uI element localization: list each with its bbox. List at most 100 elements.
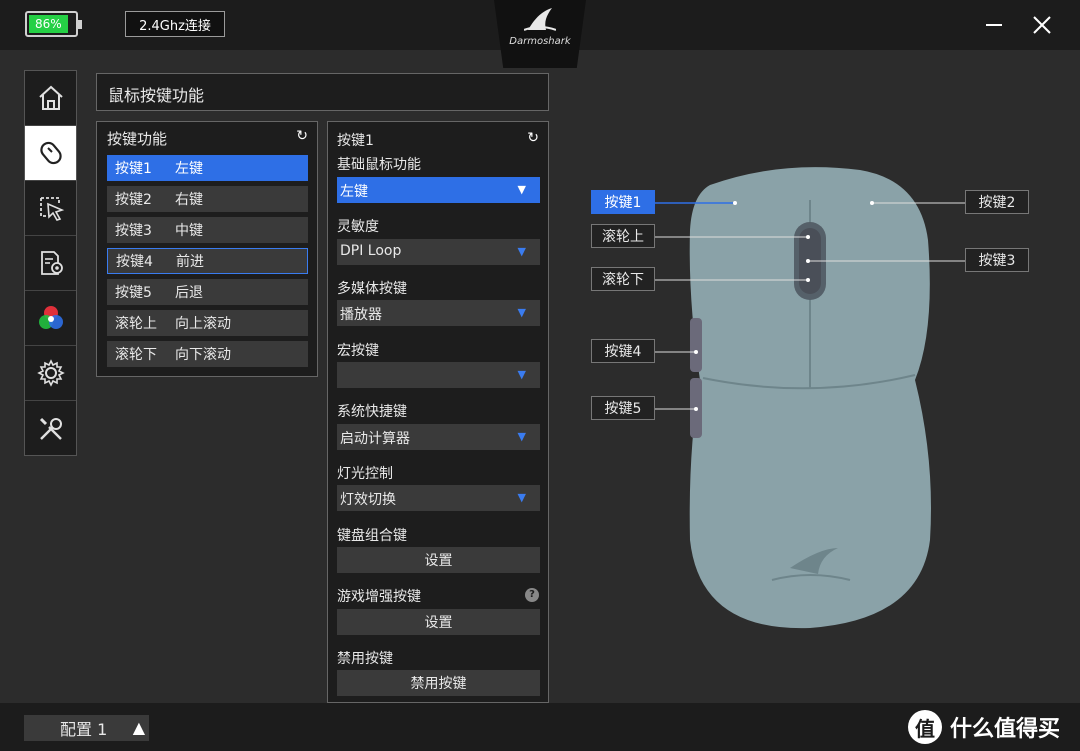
dropdown-arrow-icon: ▼	[517, 245, 526, 258]
nav-macro[interactable]	[25, 236, 76, 291]
tools-icon	[39, 417, 62, 440]
key-function: 前进	[176, 254, 204, 270]
disable-key-button[interactable]: 禁用按键	[337, 670, 540, 696]
key-list-title: 按键功能	[107, 130, 168, 148]
key-row-scroll-up[interactable]: 滚轮上 向上滚动	[107, 310, 308, 336]
brand-logo: Darmoshark	[494, 0, 586, 68]
select-value: 灯效切换	[340, 492, 396, 508]
dropdown-arrow-icon: ▼	[517, 183, 526, 196]
dropdown-arrow-icon: ▼	[517, 491, 526, 504]
basic-function-label: 基础鼠标功能	[337, 157, 421, 173]
key-name: 按键4	[116, 254, 153, 270]
dropdown-arrow-icon: ▼	[517, 306, 526, 319]
settings-header: 按键1	[337, 133, 374, 149]
sensitivity-label: 灵敏度	[337, 219, 379, 235]
nav-tools[interactable]	[25, 401, 76, 456]
battery-tip	[78, 20, 82, 29]
key-function: 后退	[175, 285, 203, 301]
game-enhance-label: 游戏增强按键	[337, 589, 421, 605]
key-function: 右键	[175, 192, 203, 208]
color-icon	[38, 306, 63, 329]
select-value: 左键	[340, 184, 368, 200]
key-row-2[interactable]: 按键2 右键	[107, 186, 308, 212]
key-row-5[interactable]: 按键5 后退	[107, 279, 308, 305]
battery-text: 86%	[35, 17, 62, 31]
callout-button-2[interactable]: 按键2	[965, 190, 1029, 214]
key-name: 按键5	[115, 285, 152, 301]
key-row-4[interactable]: 按键4 前进	[107, 248, 308, 274]
key-name: 按键1	[115, 161, 152, 177]
battery-fill: 86%	[29, 15, 68, 33]
shortcut-select[interactable]: 启动计算器 ▼	[337, 424, 540, 450]
key-row-3[interactable]: 按键3 中键	[107, 217, 308, 243]
nav-lighting[interactable]	[25, 291, 76, 346]
sensitivity-select[interactable]: DPI Loop ▼	[337, 239, 540, 265]
keyboard-combo-label: 键盘组合键	[337, 528, 407, 544]
dropdown-arrow-icon: ▼	[517, 368, 526, 381]
basic-function-select[interactable]: 左键 ▼	[337, 177, 540, 203]
callout-button-3[interactable]: 按键3	[965, 248, 1029, 272]
nav-mouse-buttons[interactable]	[25, 126, 76, 181]
close-button[interactable]	[1027, 10, 1057, 40]
key-name: 滚轮下	[115, 347, 157, 363]
callout-button-4[interactable]: 按键4	[591, 339, 655, 363]
select-value: 播放器	[340, 307, 382, 323]
nav-pointer[interactable]	[25, 181, 76, 236]
key-row-1[interactable]: 按键1 左键	[107, 155, 308, 181]
key-list-header: 按键功能 ↻	[97, 122, 317, 152]
bottom-bar: 配置 1 ▲ 值 什么值得买	[0, 703, 1080, 751]
key-name: 按键2	[115, 192, 152, 208]
key-name: 滚轮上	[115, 316, 157, 332]
media-key-label: 多媒体按键	[337, 281, 407, 297]
pointer-icon	[39, 197, 64, 221]
dropdown-arrow-icon: ▼	[517, 430, 526, 443]
shark-fin-icon	[524, 8, 556, 31]
profile-selector[interactable]: 配置 1 ▲	[24, 715, 149, 741]
key-function: 向上滚动	[175, 316, 231, 332]
help-icon[interactable]: ?	[525, 588, 539, 602]
reset-icon[interactable]: ↻	[296, 128, 308, 144]
key-name: 按键3	[115, 223, 152, 239]
gear-icon	[36, 359, 65, 387]
key-list-panel: 按键功能 ↻ 按键1 左键 按键2 右键 按键3 中键 按键4 前进 按键5 后退 滚轮上…	[96, 121, 318, 377]
game-enhance-button[interactable]: 设置	[337, 609, 540, 635]
callout-scroll-down[interactable]: 滚轮下	[591, 267, 655, 291]
watermark-logo: 值	[908, 710, 942, 744]
key-function: 中键	[175, 223, 203, 239]
select-value: DPI Loop	[340, 243, 402, 259]
close-icon	[1033, 16, 1051, 34]
key-function: 向下滚动	[175, 347, 231, 363]
mouse-icon	[39, 141, 62, 165]
callout-button-1[interactable]: 按键1	[591, 190, 655, 214]
callout-button-5[interactable]: 按键5	[591, 396, 655, 420]
battery-indicator: 86%	[25, 11, 82, 37]
macro-key-select[interactable]: ▼	[337, 362, 540, 388]
reset-icon[interactable]: ↻	[527, 130, 539, 146]
media-key-select[interactable]: 播放器 ▼	[337, 300, 540, 326]
nav-settings[interactable]	[25, 346, 76, 401]
callout-scroll-up[interactable]: 滚轮上	[591, 224, 655, 248]
minimize-button[interactable]	[979, 10, 1009, 40]
watermark-text: 什么值得买	[950, 717, 1061, 742]
logo-text: Darmoshark	[509, 36, 571, 47]
nav-home[interactable]	[25, 71, 76, 126]
key-row-scroll-down[interactable]: 滚轮下 向下滚动	[107, 341, 308, 367]
key-settings-panel: 按键1 ↻ 基础鼠标功能 左键 ▼ 灵敏度 DPI Loop ▼ 多媒体按键 播放器…	[327, 121, 549, 703]
light-control-label: 灯光控制	[337, 466, 393, 482]
select-value: 启动计算器	[340, 431, 410, 447]
connection-status: 2.4Ghz连接	[125, 11, 225, 37]
sidebar-nav	[24, 70, 77, 456]
profile-label: 配置 1	[60, 720, 108, 739]
watermark: 值 什么值得买	[908, 708, 1060, 746]
light-control-select[interactable]: 灯效切换 ▼	[337, 485, 540, 511]
top-bar: 86% 2.4Ghz连接 Darmoshark	[0, 0, 1080, 68]
shortcut-label: 系统快捷键	[337, 404, 407, 420]
macro-key-label: 宏按键	[337, 343, 379, 359]
minimize-icon	[986, 24, 1002, 26]
key-function: 左键	[175, 161, 203, 177]
macro-settings-icon	[40, 251, 63, 275]
triangle-up-icon: ▲	[132, 718, 145, 737]
disable-key-label: 禁用按键	[337, 651, 393, 667]
keyboard-combo-button[interactable]: 设置	[337, 547, 540, 573]
home-icon	[38, 85, 63, 110]
